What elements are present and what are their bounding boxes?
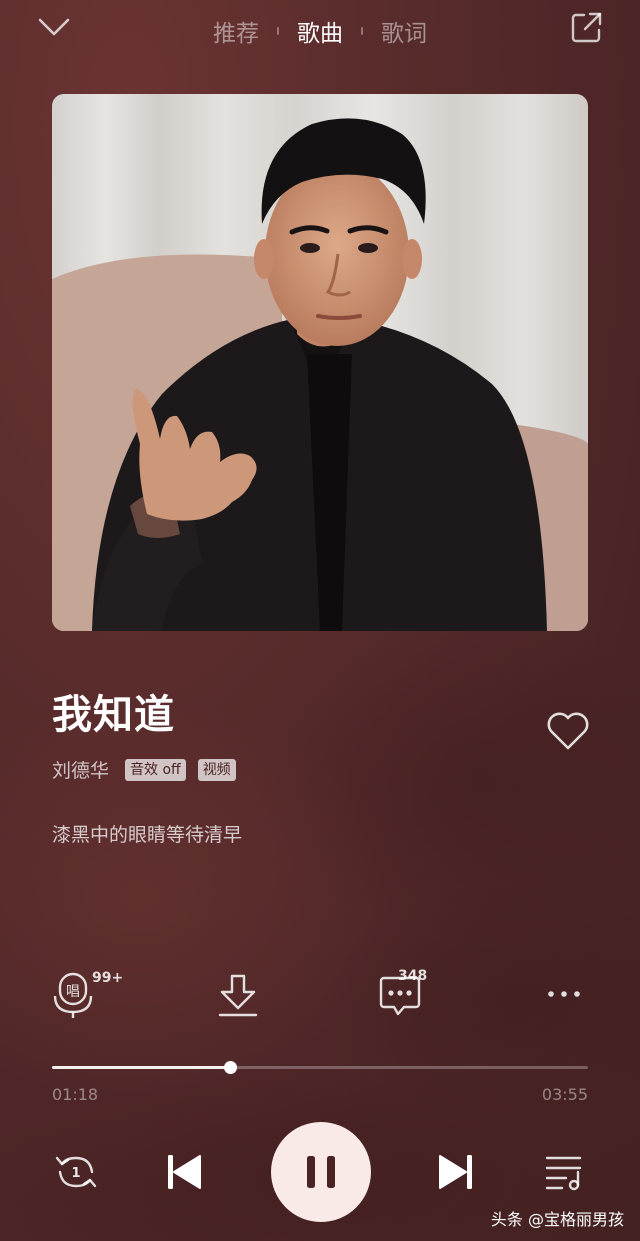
song-title: 我知道 xyxy=(52,692,175,738)
repeat-one-icon: 1 xyxy=(55,1156,97,1188)
comment-button[interactable]: 348 xyxy=(378,968,438,1020)
tab-divider xyxy=(361,27,363,35)
share-out-icon[interactable] xyxy=(568,10,604,46)
watermark: 头条 @宝格丽男孩 xyxy=(490,1210,624,1229)
comment-count: 348 xyxy=(398,968,428,984)
sound-effect-badge[interactable]: 音效 off xyxy=(125,758,186,781)
current-lyric[interactable]: 漆黑中的眼睛等待清早 xyxy=(52,820,242,847)
playlist-icon xyxy=(545,1156,582,1191)
progress-bar[interactable] xyxy=(52,1061,588,1074)
svg-text:1: 1 xyxy=(71,1166,80,1181)
repeat-one-button[interactable]: 1 xyxy=(52,1150,100,1194)
progress-knob[interactable] xyxy=(223,1061,237,1074)
current-time: 01:18 xyxy=(52,1085,99,1104)
more-options-button[interactable] xyxy=(544,982,584,1006)
artist-row: 刘德华 音效 off 视频 xyxy=(52,756,248,783)
tab-bar: 推荐 歌曲 歌词 xyxy=(0,14,640,48)
pause-button[interactable] xyxy=(271,1122,371,1222)
skip-previous-icon xyxy=(168,1155,201,1189)
tab-lyrics[interactable]: 歌词 xyxy=(371,14,437,48)
tab-song[interactable]: 歌曲 xyxy=(287,14,353,48)
download-icon xyxy=(218,974,258,1017)
pause-icon xyxy=(307,1156,335,1188)
download-button[interactable] xyxy=(216,972,260,1018)
sing-count: 99+ xyxy=(92,970,124,986)
album-cover[interactable] xyxy=(52,94,588,631)
playlist-button[interactable] xyxy=(544,1152,586,1192)
skip-next-icon xyxy=(439,1155,472,1189)
svg-text:唱: 唱 xyxy=(66,984,80,1000)
video-badge[interactable]: 视频 xyxy=(197,758,236,781)
top-bar: 推荐 歌曲 歌词 xyxy=(0,0,640,60)
heart-icon[interactable] xyxy=(545,710,591,752)
karaoke-button[interactable]: 唱 99+ xyxy=(52,970,132,1020)
progress-fill xyxy=(52,1066,230,1069)
previous-track-button[interactable] xyxy=(162,1150,206,1194)
next-track-button[interactable] xyxy=(434,1150,478,1194)
tab-divider xyxy=(277,27,279,35)
more-dots-icon xyxy=(548,991,580,997)
artist-name[interactable]: 刘德华 xyxy=(52,756,109,783)
total-time: 03:55 xyxy=(541,1085,588,1104)
tab-recommend[interactable]: 推荐 xyxy=(203,14,269,48)
